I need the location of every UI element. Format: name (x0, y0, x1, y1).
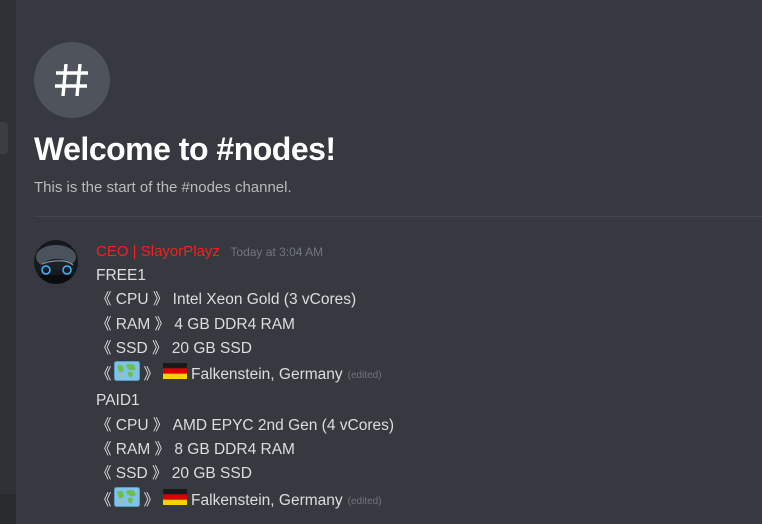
location-text: Falkenstein, Germany (191, 366, 343, 384)
germany-flag-icon (163, 488, 188, 513)
node-location: 《 》 Falkenstein, Germany (edited) (96, 361, 394, 389)
node-ssd: 《 SSD 》 20 GB SSD (96, 465, 252, 483)
channel-welcome-subtitle: This is the start of the #nodes channel. (34, 179, 292, 196)
location-bracket-close: 》 (143, 491, 160, 509)
location-bracket-open: 《 (96, 366, 112, 384)
node-ssd: 《 SSD 》 20 GB SSD (96, 339, 252, 357)
sidebar-selected-indicator (0, 122, 8, 154)
channel-hero (34, 42, 110, 118)
germany-flag-icon (163, 363, 188, 387)
channel-welcome-title: Welcome to #nodes! (34, 131, 336, 167)
location-bracket-close: 》 (143, 366, 160, 384)
node-cpu: 《 CPU 》 Intel Xeon Gold (3 vCores) (96, 291, 357, 309)
message-timestamp[interactable]: Today at 3:04 AM (230, 245, 323, 259)
world-map-icon (113, 361, 140, 389)
message-body: CEO | SlayorPlayz Today at 3:04 AM FREE1… (96, 240, 394, 515)
sidebar-bottom-panel (0, 494, 16, 524)
divider (34, 216, 762, 217)
node-title: PAID1 (96, 392, 140, 410)
node-ram: 《 RAM 》 8 GB DDR4 RAM (96, 441, 295, 459)
world-map-icon (113, 486, 140, 515)
hash-icon (34, 42, 110, 118)
location-text: Falkenstein, Germany (191, 491, 343, 509)
edited-label: (edited) (347, 370, 382, 382)
node-title: FREE1 (96, 267, 146, 284)
node-location: 《 》 Falkenstein, Germany (edited) (96, 486, 394, 515)
edited-label: (edited) (347, 495, 382, 507)
avatar[interactable] (34, 240, 78, 284)
message-author[interactable]: CEO | SlayorPlayz (96, 243, 220, 260)
node-ram: 《 RAM 》 4 GB DDR4 RAM (96, 315, 295, 333)
server-sidebar-edge (0, 0, 16, 524)
location-bracket-open: 《 (96, 491, 112, 509)
node-cpu: 《 CPU 》 AMD EPYC 2nd Gen (4 vCores) (96, 416, 395, 434)
message-header: CEO | SlayorPlayz Today at 3:04 AM (96, 240, 394, 264)
